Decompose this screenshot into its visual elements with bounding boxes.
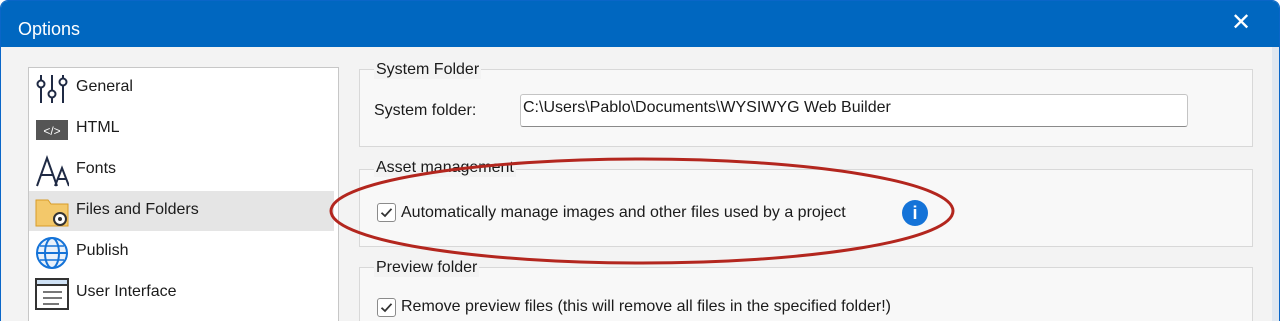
options-dialog: Options ✕ General </> HTML Fonts Files a… bbox=[0, 0, 1280, 321]
highlight-ellipse bbox=[329, 157, 955, 265]
